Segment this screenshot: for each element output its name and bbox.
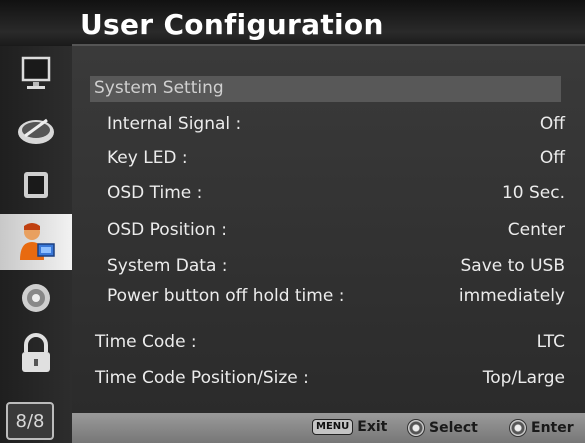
sidebar-item-user-configuration[interactable] — [0, 214, 72, 270]
footer-hints: MENU Exit Select Enter — [72, 413, 585, 443]
setting-value: Top/Large — [482, 368, 565, 388]
settings-panel: System Setting Internal Signal : Off Key… — [72, 46, 585, 413]
setting-value: Save to USB — [460, 256, 566, 276]
exit-label: Exit — [357, 419, 388, 435]
setting-power-button-hold-time[interactable]: Power button off hold time : immediately — [72, 282, 585, 312]
header: User Configuration — [0, 0, 585, 46]
setting-label: Time Code Position/Size : — [95, 368, 309, 388]
dial-press-icon — [509, 419, 527, 437]
setting-time-code[interactable]: Time Code : LTC — [72, 328, 585, 358]
exit-hint[interactable]: MENU Exit — [312, 419, 387, 435]
user-icon — [20, 223, 55, 260]
setting-osd-position[interactable]: OSD Position : Center — [72, 216, 585, 246]
picture-icon — [24, 172, 48, 198]
setting-value: immediately — [458, 286, 565, 306]
enter-hint[interactable]: Enter — [509, 419, 574, 437]
sidebar: 8/8 — [0, 46, 72, 443]
menu-key-icon: MENU — [312, 419, 354, 435]
setting-label: System Data : — [107, 256, 228, 276]
setting-value: LTC — [536, 332, 565, 352]
setting-value: 10 Sec. — [501, 183, 565, 203]
setting-system-data[interactable]: System Data : Save to USB — [72, 252, 585, 282]
monitor-icon — [21, 56, 51, 89]
osd-screen: User Configuration 8/8 System Setting In… — [0, 0, 585, 443]
setting-label: OSD Time : — [107, 183, 203, 203]
setting-value: Off — [539, 148, 565, 168]
sidebar-item-color[interactable] — [0, 102, 72, 158]
page-indicator: 8/8 — [6, 402, 54, 440]
sidebar-item-display[interactable] — [0, 46, 72, 102]
color-adjust-icon — [18, 118, 54, 144]
sidebar-item-control[interactable] — [0, 270, 72, 326]
lock-icon — [22, 333, 50, 372]
setting-key-led[interactable]: Key LED : Off — [72, 144, 585, 174]
setting-label: Time Code : — [95, 332, 197, 352]
setting-time-code-position-size[interactable]: Time Code Position/Size : Top/Large — [72, 364, 585, 394]
select-hint[interactable]: Select — [407, 419, 478, 437]
section-header: System Setting — [90, 76, 561, 102]
setting-label: Internal Signal : — [107, 114, 242, 134]
dial-select-icon — [407, 419, 425, 437]
setting-label: OSD Position : — [107, 220, 227, 240]
setting-label: Power button off hold time : — [107, 286, 345, 306]
setting-internal-signal[interactable]: Internal Signal : Off — [72, 110, 585, 140]
enter-label: Enter — [531, 420, 574, 436]
section-label: System Setting — [94, 78, 224, 98]
setting-value: Off — [539, 114, 565, 134]
sidebar-item-lock[interactable] — [0, 326, 72, 382]
sidebar-item-picture[interactable] — [0, 158, 72, 214]
setting-label: Key LED : — [107, 148, 188, 168]
setting-osd-time[interactable]: OSD Time : 10 Sec. — [72, 179, 585, 209]
select-label: Select — [429, 420, 478, 436]
page-title: User Configuration — [80, 8, 384, 41]
dial-icon — [22, 284, 50, 312]
setting-value: Center — [507, 220, 565, 240]
